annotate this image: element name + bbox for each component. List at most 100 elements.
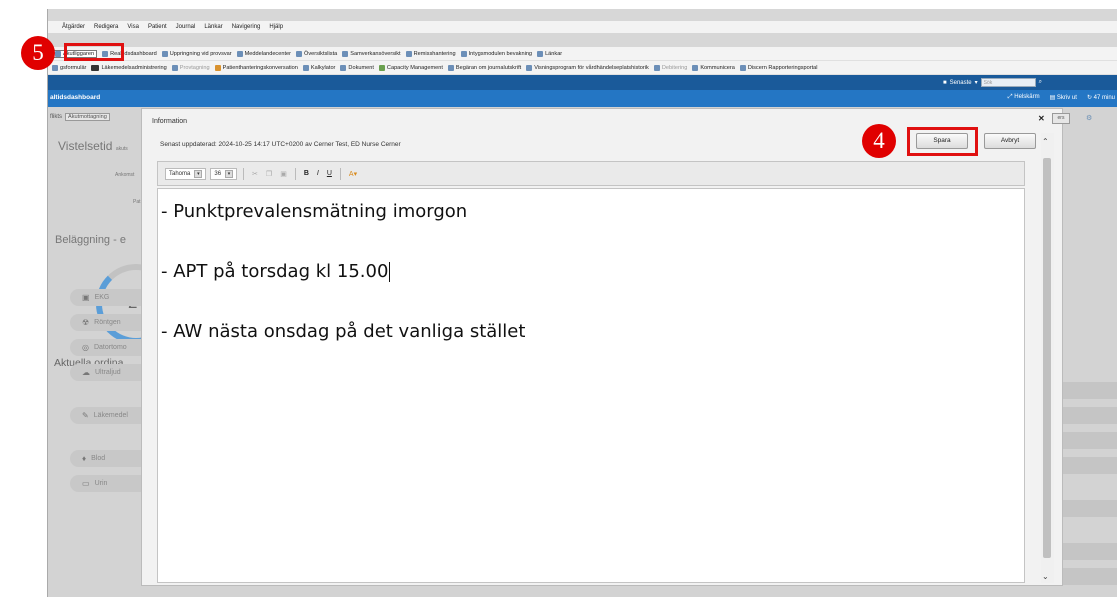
blood-drop-icon: ♦ <box>82 454 87 463</box>
menu-item[interactable]: Journal <box>176 24 196 30</box>
print-button[interactable]: ▤ Skriv ut <box>1050 94 1077 101</box>
document-icon <box>340 64 347 71</box>
last-updated-text: Senast uppdaterad: 2024-10-25 14:17 UTC+… <box>160 141 401 148</box>
menu-item[interactable]: Navigering <box>232 24 261 30</box>
recent-patients[interactable]: ■ Senaste ▾ Sök ⌕ <box>943 78 1042 87</box>
order-label: Läkemedel <box>93 412 128 419</box>
pat-label: Pat <box>133 199 141 205</box>
toolbar-button-label: Läkemedelsadministrering <box>101 64 167 71</box>
italic-icon[interactable]: I <box>315 170 321 177</box>
toolbar-button-label: Samverkansöversikt <box>350 50 401 57</box>
toolbar-button[interactable]: Debitering <box>653 64 687 71</box>
toolbar-button[interactable]: Meddelandecenter <box>236 50 291 57</box>
vistelsetid-label: Vistelsetid <box>58 139 113 153</box>
menu-item[interactable]: Åtgärder <box>62 24 85 30</box>
toolbar-button[interactable]: Remisshantering <box>405 50 456 57</box>
toolbar-button-label: Översiktslista <box>303 50 338 57</box>
chevron-down-icon: ▾ <box>974 80 978 86</box>
pill-icon <box>91 64 100 71</box>
toolbar-button[interactable]: Samverkansöversikt <box>342 50 401 57</box>
editor-line: - Punktprevalensmätning imorgon <box>161 201 468 222</box>
toolbar-button-label: Uppringning vid provsvar <box>169 50 232 57</box>
chevron-down-icon: ▾ <box>225 169 234 178</box>
font-family-select[interactable]: Tahoma ▾ <box>165 167 207 180</box>
toolbar-button[interactable]: Läkemedelsadministrering <box>91 64 167 71</box>
toolbar-button[interactable]: Capacity Management <box>378 64 443 71</box>
ecg-icon: ▣ <box>82 293 90 302</box>
header-bar: ■ Senaste ▾ Sök ⌕ <box>48 75 1117 90</box>
patient-search-input[interactable]: Sök <box>980 78 1036 87</box>
header-tools: ⤢ Helskärm ▤ Skriv ut ↻ 47 minu <box>1008 94 1115 101</box>
money-icon <box>653 64 660 71</box>
refresh-timer[interactable]: ↻ 47 minu <box>1087 94 1115 101</box>
toolbar-button[interactable]: Provtagning <box>171 64 210 71</box>
toolbar-separator <box>243 167 245 180</box>
printer-icon: ▤ <box>1049 95 1057 101</box>
menu-item[interactable]: Redigera <box>94 24 118 30</box>
chevron-up-icon[interactable]: ⌃ <box>1042 137 1049 146</box>
editor-line: - AW nästa onsdag på det vanliga stället <box>161 321 526 342</box>
document-icon <box>236 50 243 57</box>
font-size-value: 36 <box>214 170 222 177</box>
screenshot-stage: Åtgärder Redigera Visa Patient Journal Länkar… <box>0 0 1117 599</box>
step-badge-5: 5 <box>21 36 55 70</box>
grid-icon <box>526 64 533 71</box>
vistelsetid-heading: Vistelsetid akuts <box>58 139 128 153</box>
order-label: Blod <box>91 455 106 462</box>
search-icon[interactable]: ⌕ <box>1039 79 1042 86</box>
menu-item[interactable]: Visa <box>127 24 139 30</box>
order-label: Ultraljud <box>95 369 121 376</box>
toolbar-secondary: gsformulär Läkemedelsadministrering Provta… <box>48 61 1117 75</box>
gear-icon[interactable]: ⚙ <box>1086 114 1092 122</box>
tab-filter-select[interactable]: Akutmottagning <box>65 113 110 121</box>
cut-icon[interactable]: ✂ <box>250 170 260 178</box>
toolbar-button-label: Intygsmodulen bevakning <box>468 50 533 57</box>
dialog-scrollbar[interactable]: ⌃ ⌄ <box>1041 133 1054 583</box>
paste-icon[interactable]: ▣ <box>278 170 289 178</box>
menu-item[interactable]: Länkar <box>204 24 222 30</box>
ultrasound-icon: ☁ <box>82 368 90 377</box>
toolbar-separator <box>294 167 296 180</box>
calculator-icon <box>302 64 309 71</box>
toolbar-button[interactable]: Patienthanteringskonversation <box>214 64 298 71</box>
menu-item[interactable]: Hjälp <box>269 24 283 30</box>
editor-toolbar: Tahoma ▾ 36 ▾ ✂ ❐ ▣ B I U A▾ <box>157 161 1025 186</box>
toolbar-button[interactable]: Kommunicera <box>692 64 735 71</box>
dialog-title: Information <box>152 118 188 125</box>
toolbar-button[interactable]: Länkar <box>537 50 562 57</box>
text-caret <box>389 262 391 282</box>
underline-icon[interactable]: U <box>325 170 334 177</box>
person-icon <box>214 64 221 71</box>
bold-icon[interactable]: B <box>302 170 311 177</box>
font-size-select[interactable]: 36 ▾ <box>210 167 238 180</box>
tab-filter-label: flikts <box>50 114 62 120</box>
order-label: Datortomo <box>93 344 127 351</box>
toolbar-button[interactable]: Visningsprogram för vårdhändelseplatshis… <box>526 64 649 71</box>
toolbar-button[interactable]: Discern Rapporteringsportal <box>739 64 818 71</box>
pill-icon: ✎ <box>82 411 89 420</box>
toolbar-button[interactable]: gsformulär <box>52 64 86 71</box>
print-label: Skriv ut <box>1056 95 1077 101</box>
toolbar-button[interactable]: Översiktslista <box>295 50 338 57</box>
toolbar-button[interactable]: Uppringning vid provsvar <box>161 50 232 57</box>
cancel-button[interactable]: Avbryt <box>984 133 1036 149</box>
fullscreen-button[interactable]: ⤢ Helskärm <box>1008 94 1040 101</box>
copy-icon[interactable]: ❐ <box>264 170 274 178</box>
order-label: Röntgen <box>94 319 121 326</box>
font-color-icon[interactable]: A▾ <box>347 170 359 178</box>
toolbar-button[interactable]: Intygsmodulen bevakning <box>460 50 533 57</box>
toolbar-button[interactable]: Begäran om journalutskrift <box>447 64 521 71</box>
menu-item[interactable]: Patient <box>148 24 167 30</box>
close-icon[interactable]: ✕ <box>1038 114 1045 123</box>
save-button[interactable]: Spara <box>916 133 968 149</box>
scrollbar-thumb[interactable] <box>1043 158 1051 558</box>
order-label: Urin <box>94 480 108 487</box>
toolbar-button[interactable]: Kalkylator <box>302 64 335 71</box>
toolbar-primary: Akutliggaren Realtidsdashboard Uppringning… <box>48 47 1117 61</box>
background-button[interactable]: ers <box>1052 113 1070 124</box>
toolbar-button[interactable]: Dokument <box>340 64 374 71</box>
text-editor[interactable]: - Punktprevalensmätning imorgon - APT på… <box>157 188 1025 583</box>
chevron-down-icon[interactable]: ⌄ <box>1042 572 1049 581</box>
editor-line: - APT på torsdag kl 15.00 <box>161 261 391 282</box>
toolbar-button-label: Provtagning <box>179 64 210 71</box>
